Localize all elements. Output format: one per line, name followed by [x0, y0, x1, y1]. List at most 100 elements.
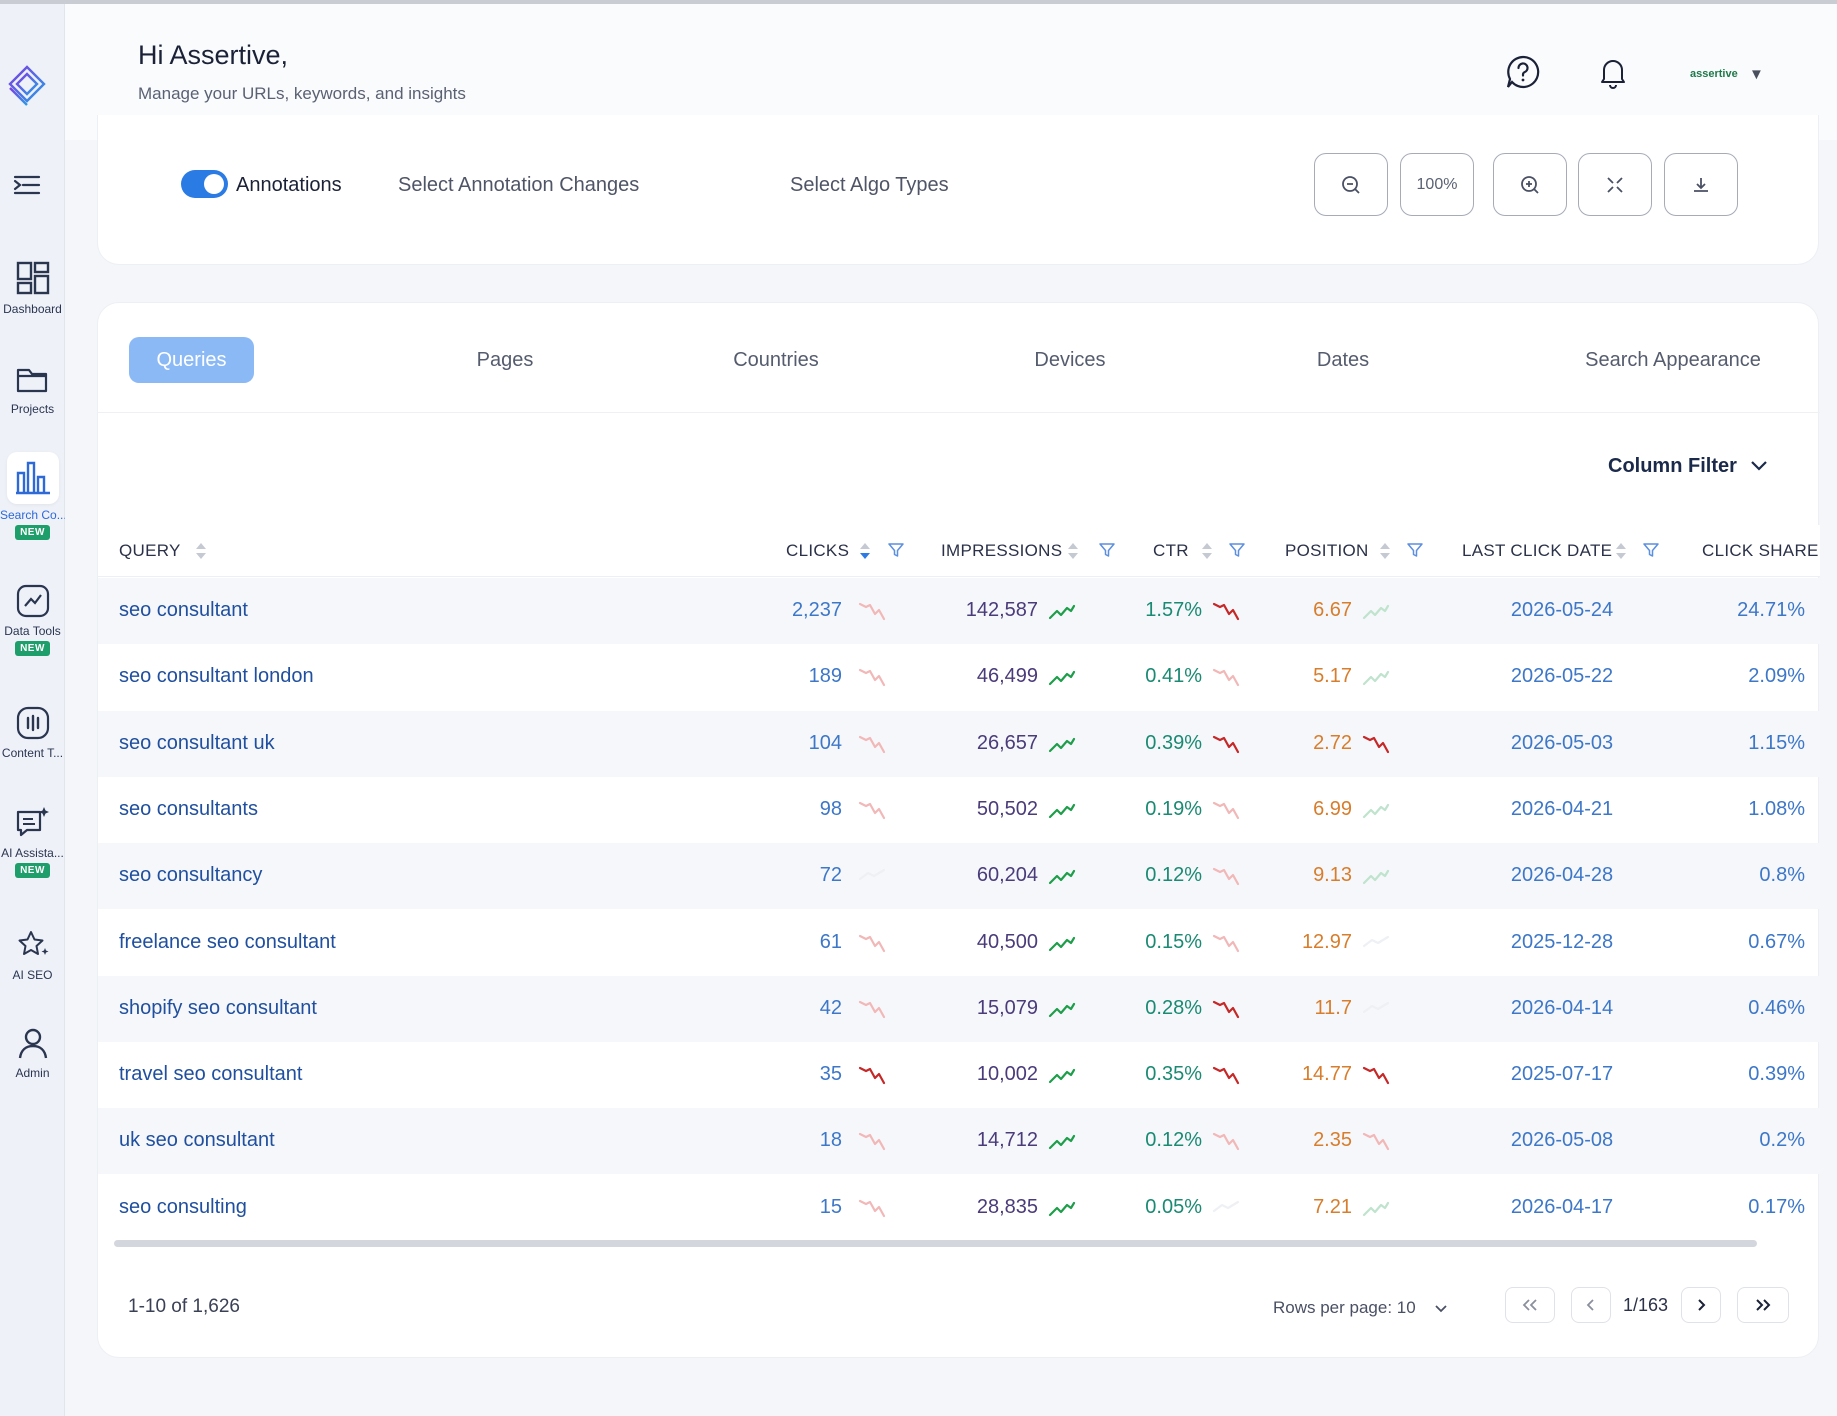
query-link[interactable]: seo consultant london [119, 665, 314, 688]
sidebar-item-admin[interactable]: Admin [0, 1024, 65, 1080]
table-row[interactable]: seo consultant uk 104 26,657 0.39% 2.72 2026-… [98, 710, 1820, 777]
last-click-date-value: 2026-05-24 [1510, 599, 1614, 621]
filter-icon[interactable] [1406, 541, 1424, 559]
filter-icon[interactable] [1098, 541, 1116, 559]
greeting-subtitle: Manage your URLs, keywords, and insights [138, 84, 466, 103]
sidebar-item-data-tools[interactable]: Data Tools NEW [0, 582, 65, 656]
column-header-query[interactable]: QUERY [119, 541, 181, 561]
clicks-value: 98 [819, 797, 842, 820]
tab-countries[interactable]: Countries [706, 337, 846, 383]
position-value: 5.17 [1313, 665, 1352, 688]
table-row[interactable]: seo consultants 98 50,502 0.19% 6.99 2026-04-… [98, 777, 1820, 843]
table-row[interactable]: seo consultant london 189 46,499 0.41% 5.17 2… [98, 644, 1820, 710]
sidebar-item-projects[interactable]: Projects [0, 360, 65, 416]
trend-up-icon [1048, 1068, 1076, 1084]
table-row[interactable]: seo consultancy 72 60,204 0.12% 9.13 2026-04-… [98, 843, 1820, 910]
query-link[interactable]: seo consulting [119, 1196, 247, 1219]
sidebar-item-dashboard[interactable]: Dashboard [0, 260, 65, 316]
horizontal-scrollbar[interactable] [114, 1240, 1757, 1247]
column-header-last-click-date[interactable]: LAST CLICK DATE [1462, 541, 1612, 561]
next-page-button[interactable] [1681, 1287, 1721, 1323]
sort-icon[interactable] [1378, 539, 1392, 563]
table-row[interactable]: seo consulting 15 28,835 0.05% 7.21 2026-04-1… [98, 1175, 1820, 1241]
rows-per-page-select[interactable]: Rows per page: 10 [1273, 1298, 1416, 1318]
menu-collapse-icon[interactable] [12, 170, 42, 200]
clicks-value: 18 [819, 1129, 842, 1152]
table-row[interactable]: uk seo consultant 18 14,712 0.12% 2.35 2026-0… [98, 1108, 1820, 1175]
column-header-impressions[interactable]: IMPRESSIONS [941, 541, 1062, 561]
zoom-out-button[interactable] [1314, 153, 1388, 216]
double-chevron-left-icon [1522, 1299, 1537, 1311]
first-page-button[interactable] [1505, 1287, 1555, 1323]
chevron-down-icon[interactable] [1433, 1300, 1449, 1316]
chevron-down-icon[interactable] [1748, 455, 1770, 477]
sidebar-item-content-tools[interactable]: Content T... [0, 704, 65, 760]
last-click-date-value: 2026-05-03 [1510, 731, 1614, 754]
tab-queries[interactable]: Queries [129, 337, 254, 383]
tab-pages[interactable]: Pages [440, 337, 570, 383]
sidebar-item-label: Content T... [1, 746, 64, 760]
user-menu-name[interactable]: assertive [1690, 68, 1738, 80]
query-link[interactable]: seo consultants [119, 798, 258, 821]
click-share-value: 24.71% [1737, 599, 1805, 621]
app-logo-icon[interactable] [6, 64, 48, 106]
query-link[interactable]: freelance seo consultant [119, 931, 336, 954]
position-value: 6.99 [1313, 797, 1352, 820]
filter-icon[interactable] [1642, 541, 1660, 559]
tab-dates[interactable]: Dates [1288, 337, 1398, 383]
filter-icon[interactable] [1228, 541, 1246, 559]
column-header-ctr[interactable]: CTR [1153, 541, 1189, 561]
zoom-level-button[interactable]: 100% [1400, 153, 1474, 216]
clicks-value: 42 [819, 996, 842, 1019]
query-link[interactable]: seo consultancy [119, 864, 262, 887]
query-link[interactable]: shopify seo consultant [119, 997, 317, 1020]
tab-devices[interactable]: Devices [1010, 337, 1130, 383]
select-algo-types-dropdown[interactable]: Select Algo Types [790, 174, 949, 197]
sort-icon[interactable] [858, 539, 872, 563]
sort-icon[interactable] [1200, 539, 1214, 563]
zoom-in-button[interactable] [1493, 153, 1567, 216]
prev-page-button[interactable] [1571, 1287, 1611, 1323]
sidebar-item-search-console[interactable]: Search Co... NEW [0, 452, 65, 540]
column-header-click-share[interactable]: CLICK SHARE [1702, 541, 1819, 561]
click-share-value: 1.15% [1748, 731, 1805, 754]
select-annotation-changes-dropdown[interactable]: Select Annotation Changes [398, 174, 639, 197]
bell-icon[interactable] [1595, 54, 1631, 90]
last-click-date-value: 2025-07-17 [1510, 1063, 1614, 1086]
help-icon[interactable] [1505, 54, 1541, 90]
table-row[interactable]: freelance seo consultant 61 40,500 0.15% 12.… [98, 910, 1820, 976]
annotations-toggle[interactable] [181, 170, 228, 198]
ctr-value: 0.41% [1145, 665, 1202, 688]
greeting-title: Hi Assertive, [138, 40, 289, 70]
tab-search-appearance[interactable]: Search Appearance [1568, 337, 1778, 383]
zoom-level-value: 100% [1416, 175, 1458, 193]
position-value: 9.13 [1313, 864, 1352, 887]
chevron-down-icon[interactable]: ▼ [1749, 66, 1764, 83]
table-row[interactable]: travel seo consultant 35 10,002 0.35% 14.77 2… [98, 1042, 1820, 1108]
sort-icon[interactable] [1614, 539, 1628, 563]
column-filter-button[interactable]: Column Filter [1608, 455, 1737, 478]
trend-down-icon [858, 1066, 886, 1085]
table-row[interactable]: seo consultant 2,237 142,587 1.57% 6.67 2026-… [98, 578, 1820, 644]
sidebar-item-ai-seo[interactable]: AI SEO [0, 926, 65, 982]
sort-icon[interactable] [1066, 539, 1080, 563]
column-header-position[interactable]: POSITION [1285, 541, 1369, 561]
filter-icon[interactable] [887, 541, 905, 559]
fullscreen-button[interactable] [1578, 153, 1652, 216]
table-row[interactable]: shopify seo consultant 42 15,079 0.28% 11.7 2… [98, 975, 1820, 1042]
last-page-button[interactable] [1737, 1287, 1789, 1323]
trend-down-icon [1362, 735, 1390, 753]
query-link[interactable]: uk seo consultant [119, 1129, 275, 1152]
sort-icon[interactable] [194, 539, 208, 563]
query-link[interactable]: travel seo consultant [119, 1063, 302, 1086]
sidebar-item-ai-assistant[interactable]: AI Assista... NEW [0, 804, 65, 878]
trend-up-icon [1048, 1002, 1076, 1017]
impressions-value: 14,712 [976, 1129, 1038, 1152]
ctr-value: 1.57% [1145, 599, 1202, 621]
last-click-date-value: 2026-04-28 [1510, 864, 1614, 887]
query-link[interactable]: seo consultant [119, 599, 248, 622]
position-value: 6.67 [1313, 599, 1352, 621]
column-header-clicks[interactable]: CLICKS [786, 541, 849, 561]
download-button[interactable] [1664, 153, 1738, 216]
query-link[interactable]: seo consultant uk [119, 732, 275, 755]
